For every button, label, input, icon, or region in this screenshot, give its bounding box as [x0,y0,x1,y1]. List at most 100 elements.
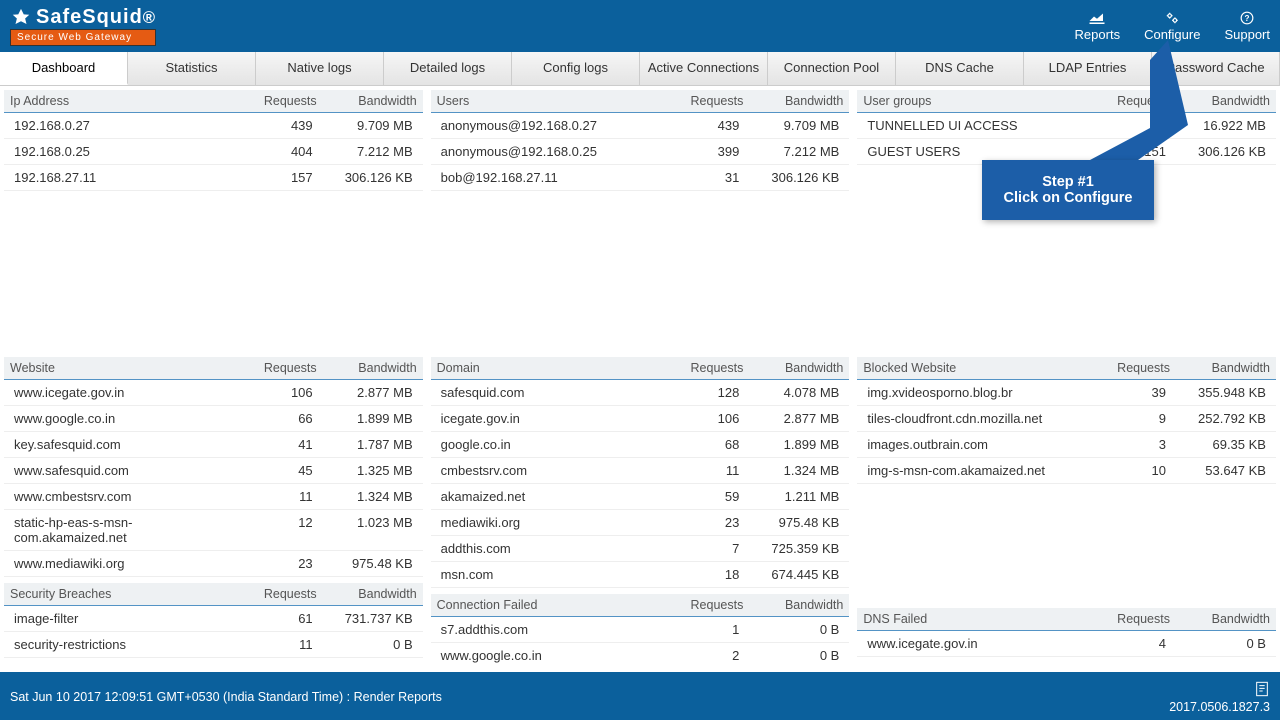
col-bandwidth: Bandwidth [743,94,843,108]
table-row[interactable]: www.icegate.gov.in1062.877 MB [4,380,423,406]
table-row[interactable]: www.icegate.gov.in40 B [857,631,1276,657]
tabs-bar: Dashboard Statistics Native logs Detaile… [0,52,1280,86]
table-row[interactable]: mediawiki.org23975.48 KB [431,510,850,536]
tab-detailed-logs[interactable]: Detailed logs [384,52,512,85]
row-bandwidth: 1.787 MB [313,437,413,452]
table-row[interactable]: security-restrictions110 B [4,632,423,658]
table-row[interactable]: www.google.co.in661.899 MB [4,406,423,432]
row-name: addthis.com [441,541,660,556]
panel-security-breaches: Security BreachesRequestsBandwidth image… [4,583,423,658]
row-requests: 106 [659,411,739,426]
tab-dashboard[interactable]: Dashboard [0,52,128,85]
table-row[interactable]: static-hp-eas-s-msn-com.akamaized.net121… [4,510,423,551]
row-bandwidth: 0 B [313,637,413,652]
col-requests: Requests [1090,612,1170,626]
table-row[interactable]: www.google.co.in20 B [431,643,850,664]
col-title: Website [10,361,237,375]
row-requests: 11 [233,489,313,504]
row-bandwidth: 355.948 KB [1166,385,1266,400]
table-row[interactable]: anonymous@192.168.0.274399.709 MB [431,113,850,139]
table-row[interactable]: img.xvideosporno.blog.br39355.948 KB [857,380,1276,406]
tab-dns-cache[interactable]: DNS Cache [896,52,1024,85]
row-bandwidth: 252.792 KB [1166,411,1266,426]
tab-label: DNS Cache [925,60,994,75]
col-title: Ip Address [10,94,237,108]
row-name: bob@192.168.27.11 [441,170,660,185]
configure-button[interactable]: Configure [1144,11,1200,42]
row-bandwidth: 0 B [739,622,839,637]
table-row[interactable]: www.cmbestsrv.com111.324 MB [4,484,423,510]
row-requests: 66 [233,411,313,426]
table-row[interactable]: anonymous@192.168.0.253997.212 MB [431,139,850,165]
row-requests: 4 [1086,636,1166,651]
tab-label: Native logs [287,60,351,75]
table-row[interactable]: akamaized.net591.211 MB [431,484,850,510]
row-name: www.cmbestsrv.com [14,489,233,504]
table-row[interactable]: msn.com18674.445 KB [431,562,850,588]
table-row[interactable]: google.co.in681.899 MB [431,432,850,458]
row-requests: 41 [233,437,313,452]
row-name: static-hp-eas-s-msn-com.akamaized.net [14,515,233,545]
help-icon: ? [1239,11,1255,25]
document-icon[interactable] [1254,680,1270,698]
callout-arrow [1090,40,1190,170]
table-row[interactable]: s7.addthis.com10 B [431,617,850,643]
row-bandwidth: 7.212 MB [313,144,413,159]
row-requests: 1 [659,622,739,637]
row-bandwidth: 7.212 MB [739,144,839,159]
tab-config-logs[interactable]: Config logs [512,52,640,85]
table-row[interactable]: cmbestsrv.com111.324 MB [431,458,850,484]
row-bandwidth: 306.126 KB [313,170,413,185]
table-row[interactable]: key.safesquid.com411.787 MB [4,432,423,458]
table-row[interactable]: safesquid.com1284.078 MB [431,380,850,406]
footer-status: Sat Jun 10 2017 12:09:51 GMT+0530 (India… [10,690,442,704]
row-requests: 106 [233,385,313,400]
panel-ip-address: Ip AddressRequestsBandwidth 192.168.0.27… [4,90,423,351]
tab-label: Config logs [543,60,608,75]
table-row[interactable]: img-s-msn-com.akamaized.net1053.647 KB [857,458,1276,484]
table-row[interactable]: tiles-cloudfront.cdn.mozilla.net9252.792… [857,406,1276,432]
row-bandwidth: 4.078 MB [739,385,839,400]
tab-active-connections[interactable]: Active Connections [640,52,768,85]
row-bandwidth: 9.709 MB [313,118,413,133]
row-name: anonymous@192.168.0.27 [441,118,660,133]
tab-label: Connection Pool [784,60,879,75]
table-row[interactable]: 192.168.0.254047.212 MB [4,139,423,165]
col-title: Blocked Website [863,361,1090,375]
table-row[interactable]: bob@192.168.27.1131306.126 KB [431,165,850,191]
reports-button[interactable]: Reports [1075,11,1121,42]
row-name: TUNNELLED UI ACCESS [867,118,1086,133]
row-bandwidth: 731.737 KB [313,611,413,626]
col-bandwidth: Bandwidth [743,598,843,612]
panel-blocked-website: Blocked WebsiteRequestsBandwidth img.xvi… [857,357,1276,602]
table-row[interactable]: icegate.gov.in1062.877 MB [431,406,850,432]
row-requests: 31 [659,170,739,185]
table-row[interactable]: www.mediawiki.org23975.48 KB [4,551,423,577]
tab-connection-pool[interactable]: Connection Pool [768,52,896,85]
table-row[interactable]: 192.168.0.274399.709 MB [4,113,423,139]
table-row[interactable]: addthis.com7725.359 KB [431,536,850,562]
table-row[interactable]: 192.168.27.11157306.126 KB [4,165,423,191]
col-title: Connection Failed [437,598,664,612]
col-requests: Requests [237,361,317,375]
row-name: www.icegate.gov.in [867,636,1086,651]
row-name: GUEST USERS [867,144,1086,159]
table-row[interactable]: images.outbrain.com369.35 KB [857,432,1276,458]
col-title: Domain [437,361,664,375]
table-row[interactable]: TUNNELLED UI ACCESS3816.922 MB [857,113,1276,139]
table-row[interactable]: image-filter61731.737 KB [4,606,423,632]
table-row[interactable]: www.safesquid.com451.325 MB [4,458,423,484]
row-name: cmbestsrv.com [441,463,660,478]
row-name: images.outbrain.com [867,437,1086,452]
support-button[interactable]: ? Support [1224,11,1270,42]
row-bandwidth: 1.211 MB [739,489,839,504]
row-name: icegate.gov.in [441,411,660,426]
panel-website: WebsiteRequestsBandwidth www.icegate.gov… [4,357,423,577]
panel-user-groups: User groupsRequestsBandwidth TUNNELLED U… [857,90,1276,351]
tab-native-logs[interactable]: Native logs [256,52,384,85]
col-bandwidth: Bandwidth [1170,361,1270,375]
row-name: image-filter [14,611,233,626]
tab-statistics[interactable]: Statistics [128,52,256,85]
logo-icon [10,7,32,29]
row-requests: 23 [233,556,313,571]
